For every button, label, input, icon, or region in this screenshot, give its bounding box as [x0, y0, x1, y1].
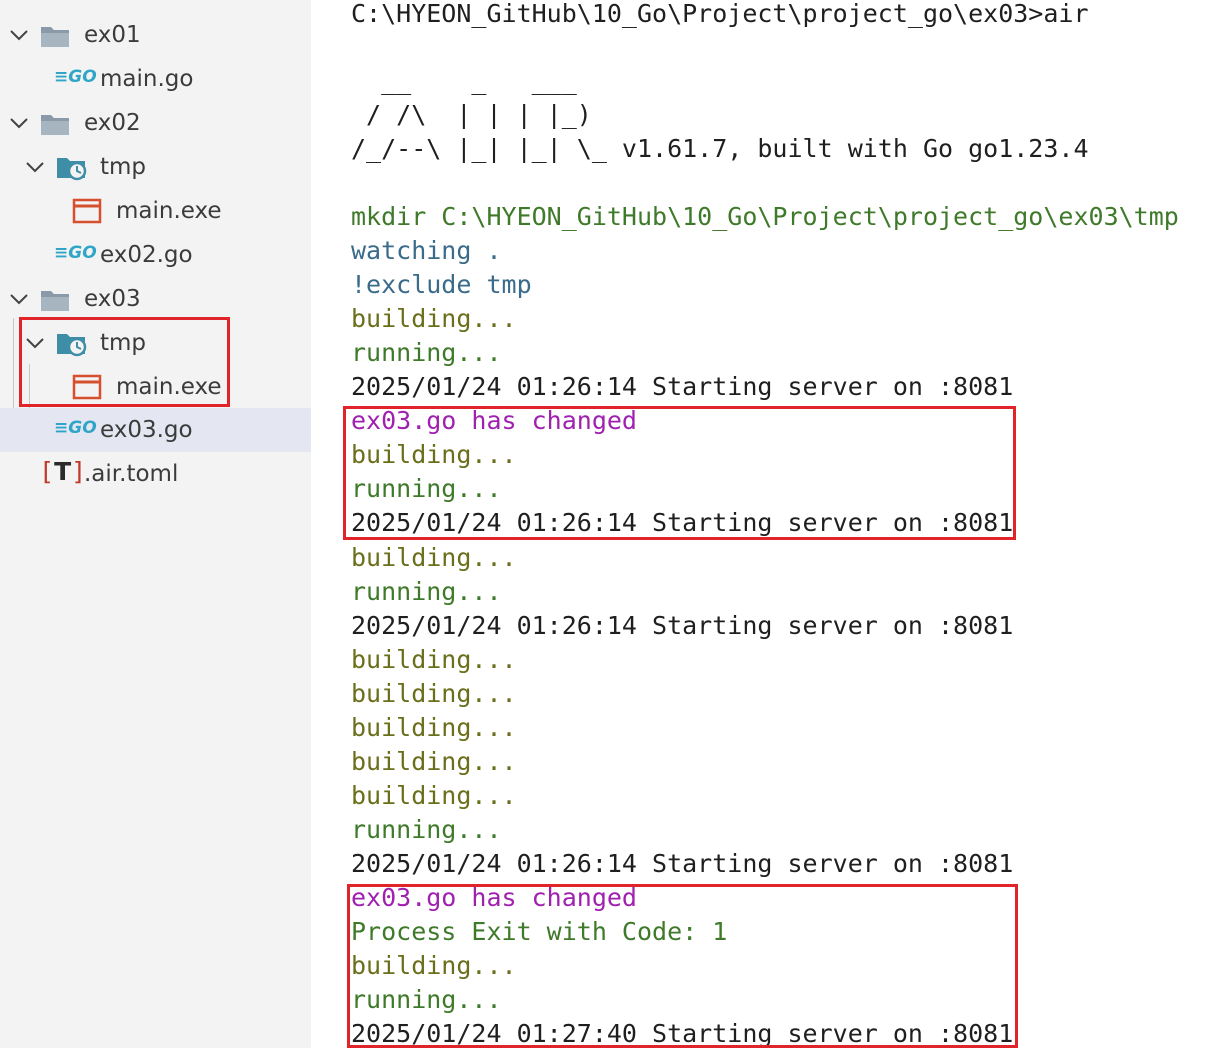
- terminal-line: building...: [351, 304, 517, 333]
- exe-file-icon: [72, 198, 102, 224]
- chevron-down-icon[interactable]: [23, 155, 47, 179]
- tree-item-label: ex02: [84, 110, 141, 136]
- tree-item-label: ex01: [84, 22, 141, 48]
- go-file-icon: ≡GO: [54, 418, 97, 438]
- go-file-icon: ≡GO: [54, 243, 97, 263]
- terminal-line: building...: [351, 543, 517, 572]
- folder-icon: [41, 115, 69, 135]
- terminal-line: __ _ ___: [351, 66, 577, 95]
- temp-folder-icon: [57, 158, 87, 181]
- terminal-line: 2025/01/24 01:26:14 Starting server on :…: [351, 849, 1014, 878]
- chevron-down-icon[interactable]: [7, 23, 31, 47]
- tree-file-air-toml[interactable]: [T] .air.toml: [0, 452, 311, 496]
- file-explorer: ex01 ≡GO main.go ex02 tmp main.exe ≡GO e…: [0, 0, 311, 1048]
- terminal-line: !exclude tmp: [351, 270, 532, 299]
- terminal-line: building...: [351, 781, 517, 810]
- tree-file-ex02-go[interactable]: ≡GO ex02.go: [0, 233, 311, 277]
- folder-icon: [41, 27, 69, 47]
- folder-icon: [41, 291, 69, 311]
- highlight-box: [347, 884, 1018, 1048]
- terminal-line: mkdir C:\HYEON_GitHub\10_Go\Project\proj…: [351, 202, 1179, 231]
- tree-file-ex03-go[interactable]: ≡GO ex03.go: [0, 408, 311, 452]
- tree-file-main-go[interactable]: ≡GO main.go: [0, 57, 311, 101]
- tree-folder-ex01[interactable]: ex01: [0, 13, 311, 57]
- tree-item-label: main.exe: [116, 198, 222, 224]
- highlight-box: [19, 317, 230, 407]
- terminal-line: C:\HYEON_GitHub\10_Go\Project\project_go…: [351, 0, 1089, 28]
- terminal-line: running...: [351, 815, 502, 844]
- terminal-line: running...: [351, 338, 502, 367]
- terminal-line: building...: [351, 747, 517, 776]
- tree-folder-tmp[interactable]: tmp: [0, 145, 311, 189]
- terminal-line: building...: [351, 713, 517, 742]
- tree-item-label: main.go: [100, 66, 194, 92]
- terminal-line: building...: [351, 645, 517, 674]
- truncated-top-item: [86, 0, 266, 6]
- tree-item-label: .air.toml: [84, 461, 179, 487]
- tree-folder-ex03[interactable]: ex03: [0, 277, 311, 321]
- terminal-line: watching .: [351, 236, 502, 265]
- terminal-line: /_/--\ |_| |_| \_ v1.61.7, built with Go…: [351, 134, 1089, 163]
- tree-item-label: ex02.go: [100, 242, 193, 268]
- terminal-line: running...: [351, 577, 502, 606]
- terminal-line: building...: [351, 679, 517, 708]
- terminal-line: 2025/01/24 01:26:14 Starting server on :…: [351, 372, 1014, 401]
- terminal-output[interactable]: C:\HYEON_GitHub\10_Go\Project\project_go…: [311, 0, 1228, 1048]
- tree-folder-ex02[interactable]: ex02: [0, 101, 311, 145]
- chevron-down-icon[interactable]: [7, 111, 31, 135]
- tree-file-main-exe[interactable]: main.exe: [0, 189, 311, 233]
- terminal-line: / /\ | | | |_): [351, 100, 592, 129]
- tree-item-label: ex03.go: [100, 417, 193, 443]
- toml-file-icon: [T]: [39, 457, 87, 486]
- tree-item-label: ex03: [84, 286, 141, 312]
- go-file-icon: ≡GO: [54, 67, 97, 87]
- highlight-box: [343, 406, 1016, 540]
- chevron-down-icon[interactable]: [7, 287, 31, 311]
- tree-item-label: tmp: [100, 154, 147, 180]
- terminal-line: 2025/01/24 01:26:14 Starting server on :…: [351, 611, 1014, 640]
